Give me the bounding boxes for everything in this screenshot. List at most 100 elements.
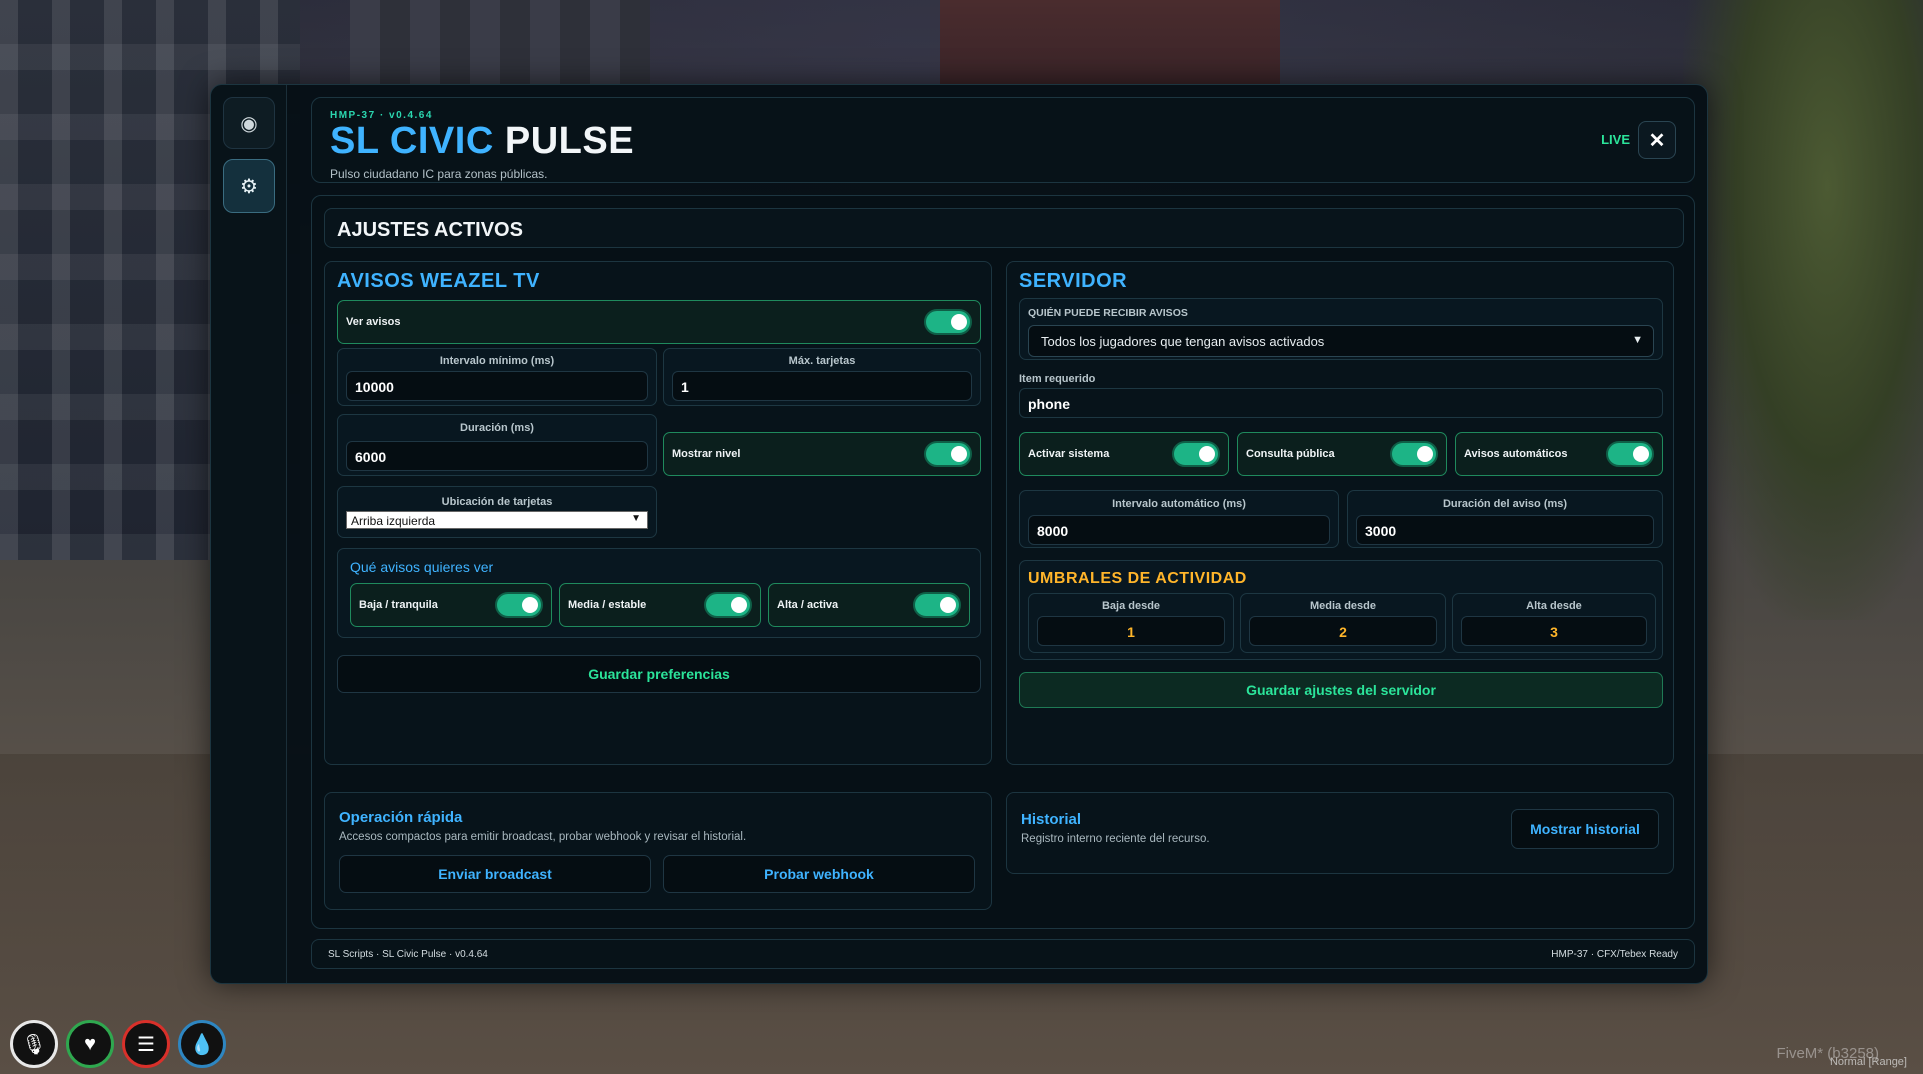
operacion-title: Operación rápida: [339, 809, 463, 826]
servidor-panel: SERVIDOR QUIÉN PUEDE RECIBIR AVISOS Todo…: [1006, 261, 1674, 765]
activar-sistema-label: Activar sistema: [1028, 448, 1110, 460]
activar-sistema-row[interactable]: Activar sistema: [1019, 432, 1229, 476]
duracion-aviso-label: Duración del aviso (ms): [1442, 498, 1568, 510]
historial-title: Historial: [1021, 811, 1082, 828]
umbral-baja-label: Baja desde: [1101, 600, 1161, 612]
ver-avisos-box[interactable]: Ver avisos: [337, 300, 981, 344]
activar-sistema-toggle[interactable]: [1172, 441, 1220, 467]
background-tree: [1683, 0, 1923, 620]
nivel-media-box[interactable]: Media / estable: [559, 583, 761, 627]
intervalo-box: Intervalo mínimo (ms) 10000: [337, 348, 657, 406]
quien-box: QUIÉN PUEDE RECIBIR AVISOS Todos los jug…: [1019, 298, 1663, 360]
hud-microphone: 🎙: [10, 1020, 58, 1068]
que-avisos-heading: Qué avisos quieres ver: [350, 559, 494, 575]
umbral-alta: Alta desde 3: [1452, 593, 1656, 653]
consulta-publica-toggle[interactable]: [1390, 441, 1438, 467]
avisos-automaticos-toggle[interactable]: [1606, 441, 1654, 467]
background-building-top: [350, 0, 650, 86]
footer-right: HMP-37 · CFX/Tebex Ready: [1551, 949, 1678, 960]
hud-food: ☰: [122, 1020, 170, 1068]
quien-label-text: QUIÉN PUEDE RECIBIR AVISOS: [1028, 307, 1188, 319]
duracion-aviso-input[interactable]: 3000: [1356, 515, 1654, 545]
quien-selected: Todos los jugadores que tengan avisos ac…: [1041, 334, 1325, 349]
chevron-down-icon: ▼: [1632, 334, 1643, 346]
nivel-media-switch[interactable]: [704, 592, 752, 618]
umbrales-group: UMBRALES DE ACTIVIDAD Baja desde 1 Media…: [1019, 560, 1663, 660]
ubicacion-text: Ubicación de tarjetas: [441, 496, 553, 508]
hud-water: 💧: [178, 1020, 226, 1068]
consulta-publica-label: Consulta pública: [1246, 448, 1335, 460]
item-requerido-label: Item requerido: [1019, 373, 1096, 385]
footer-left: SL Scripts · SL Civic Pulse · v0.4.64: [328, 949, 488, 960]
guardar-preferencias[interactable]: Guardar preferencias: [337, 655, 981, 693]
close-button[interactable]: ✕: [1638, 121, 1676, 159]
max-tarjetas-field[interactable]: 1: [672, 371, 972, 401]
quien-dropdown[interactable]: Todos los jugadores que tengan avisos ac…: [1028, 325, 1654, 357]
chevron-down-icon: ▼: [631, 513, 641, 524]
nivel-alta-text: Alta / activa: [777, 599, 839, 611]
live-badge: LIVE: [1601, 132, 1630, 147]
ubicacion-dropdown[interactable]: Arriba izquierda ▼: [346, 511, 648, 529]
sidebar-item-settings[interactable]: ⚙: [223, 159, 275, 213]
heart-icon: ♥: [84, 1032, 96, 1055]
footer: SL Scripts · SL Civic Pulse · v0.4.64 HM…: [311, 939, 1695, 969]
historial-desc: Registro interno reciente del recurso.: [1021, 833, 1210, 845]
mostrar-nivel-switch[interactable]: [924, 441, 972, 467]
duracion-field[interactable]: 6000: [346, 441, 648, 471]
title-part-2: PULSE: [504, 120, 635, 162]
duracion-box: Duración (ms) 6000: [337, 414, 657, 476]
weazel-heading: AVISOS WEAZEL TV: [337, 270, 540, 292]
nivel-alta-switch[interactable]: [913, 592, 961, 618]
mostrar-historial-button[interactable]: Mostrar historial: [1511, 809, 1659, 849]
gear-icon: ⚙: [240, 175, 258, 198]
hud-health: ♥: [66, 1020, 114, 1068]
header: HMP-37 · v0.4.64 SL CIVIC PULSE Pulso ci…: [311, 97, 1695, 183]
umbral-alta-label: Alta desde: [1526, 600, 1582, 612]
nivel-baja-text: Baja / tranquila: [359, 599, 438, 611]
umbral-media-label: Media desde: [1309, 600, 1377, 612]
umbral-alta-input[interactable]: 3: [1461, 616, 1647, 646]
umbrales-title: UMBRALES DE ACTIVIDAD: [1028, 570, 1247, 587]
close-icon: ✕: [1648, 129, 1666, 152]
intervalo-auto-input[interactable]: 8000: [1028, 515, 1330, 545]
historial-panel: Historial Registro interno reciente del …: [1006, 792, 1674, 874]
background-building-top-right: [940, 0, 1280, 86]
sidebar: ◉ ⚙: [211, 85, 287, 983]
enviar-broadcast-button[interactable]: Enviar broadcast: [339, 855, 651, 893]
guardar-servidor-button[interactable]: Guardar ajustes del servidor: [1019, 672, 1663, 708]
title-part-1: SL CIVIC: [330, 120, 494, 162]
intervalo-auto-group: Intervalo automático (ms) 8000: [1019, 490, 1339, 548]
intervalo-text: Intervalo mínimo (ms): [439, 355, 555, 367]
avisos-automaticos-row[interactable]: Avisos automáticos: [1455, 432, 1663, 476]
sidebar-item-view[interactable]: ◉: [223, 97, 275, 149]
intervalo-auto-label: Intervalo automático (ms): [1112, 498, 1246, 510]
max-tarjetas-box: Máx. tarjetas 1: [663, 348, 981, 406]
nivel-alta-box[interactable]: Alta / activa: [768, 583, 970, 627]
microphone-icon: 🎙: [21, 1033, 47, 1056]
mostrar-nivel-box[interactable]: Mostrar nivel: [663, 432, 981, 476]
weazel-panel: AVISOS WEAZEL TV Ver avisos Intervalo mí…: [324, 261, 992, 765]
umbral-media: Media desde 2: [1240, 593, 1446, 653]
umbral-baja-input[interactable]: 1: [1037, 616, 1225, 646]
intervalo-field[interactable]: 10000: [346, 371, 648, 401]
item-requerido-input[interactable]: phone: [1019, 388, 1663, 418]
page-title: SL CIVIC PULSE: [330, 120, 634, 163]
duracion-text: Duración (ms): [460, 422, 534, 434]
nivel-baja-switch[interactable]: [495, 592, 543, 618]
umbral-media-input[interactable]: 2: [1249, 616, 1437, 646]
page-subtitle: Pulso ciudadano IC para zonas públicas.: [330, 167, 548, 181]
probar-webhook-button[interactable]: Probar webhook: [663, 855, 975, 893]
avisos-automaticos-label: Avisos automáticos: [1464, 448, 1568, 460]
consulta-publica-row[interactable]: Consulta pública: [1237, 432, 1447, 476]
umbral-baja: Baja desde 1: [1028, 593, 1234, 653]
section-title: AJUSTES ACTIVOS: [337, 219, 523, 241]
nivel-media-text: Media / estable: [568, 599, 647, 611]
ubicacion-box: Ubicación de tarjetas Arriba izquierda ▼: [337, 486, 657, 538]
water-icon: 💧: [189, 1033, 215, 1056]
food-icon: ☰: [137, 1033, 155, 1056]
section-title-bar: AJUSTES ACTIVOS: [324, 208, 1684, 248]
nivel-baja-box[interactable]: Baja / tranquila: [350, 583, 552, 627]
voice-mode: Normal [Range]: [1829, 1056, 1907, 1068]
ver-avisos-switch[interactable]: [924, 309, 972, 335]
mostrar-nivel-text: Mostrar nivel: [672, 448, 741, 460]
